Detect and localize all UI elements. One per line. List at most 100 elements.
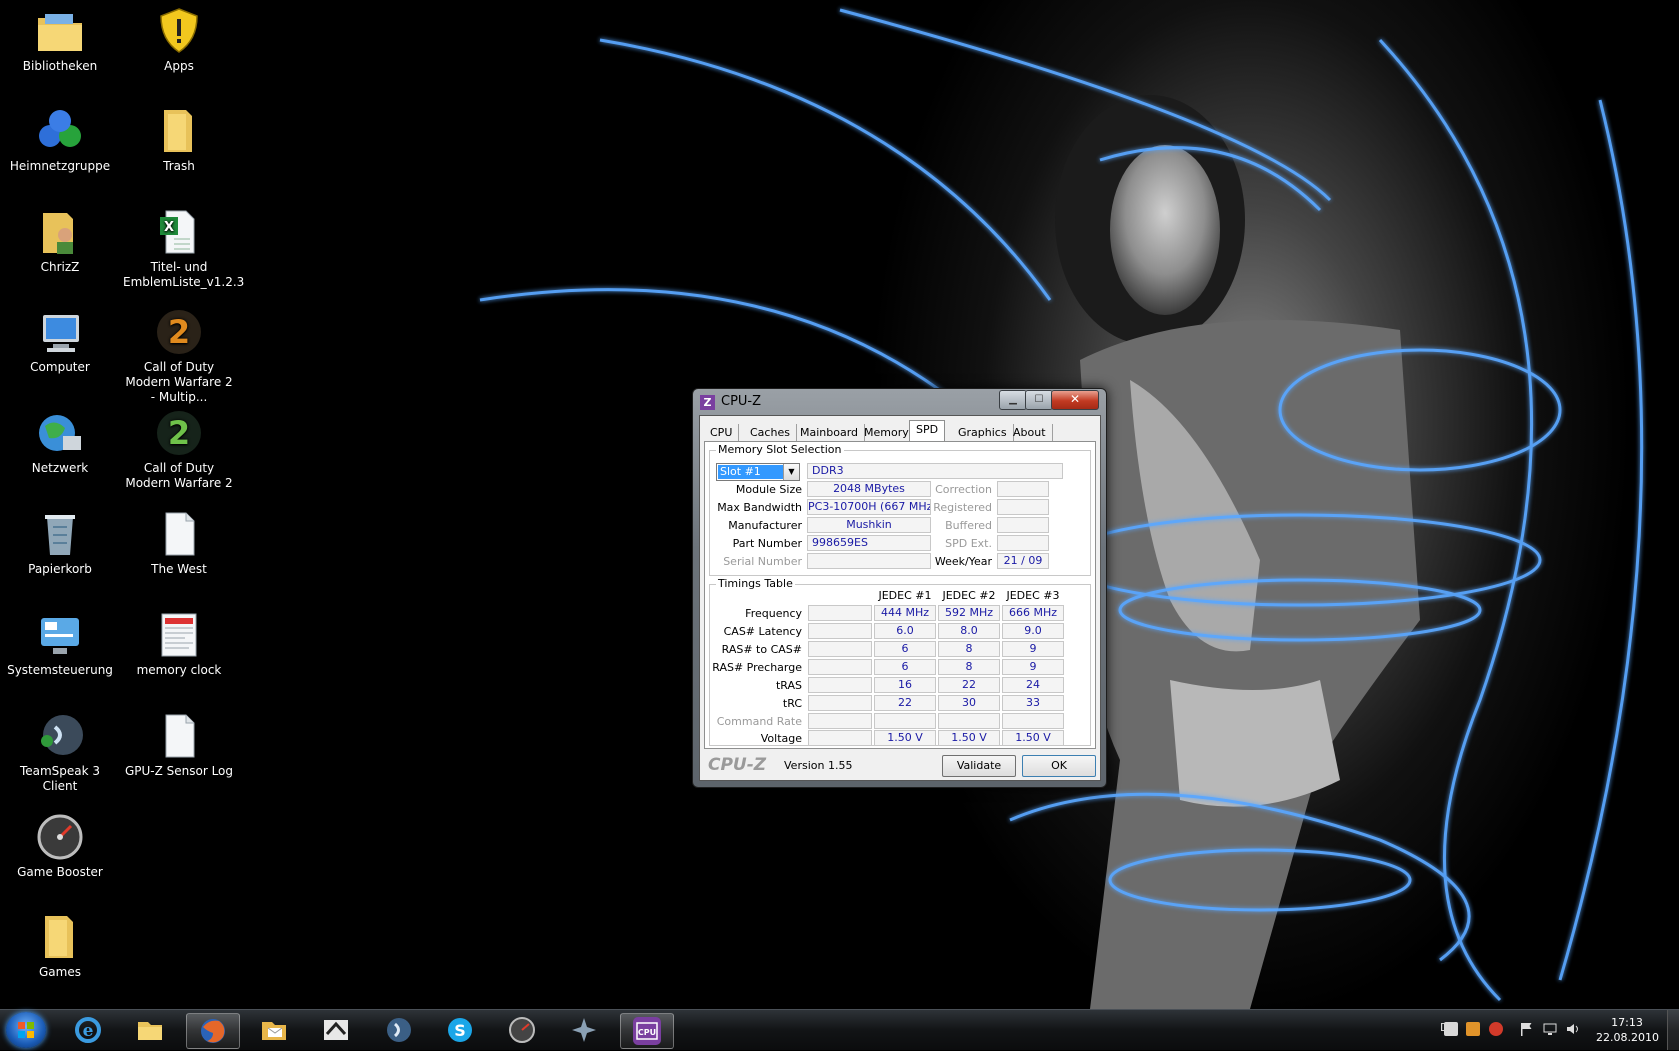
desktop-icon-label: GPU-Z Sensor Log xyxy=(124,764,234,778)
desktop-icon-bibliotheken[interactable]: Bibliotheken xyxy=(4,6,116,74)
desktop-icon-netzwerk[interactable]: Netzwerk xyxy=(4,408,116,476)
timings-table-group: Timings Table JEDEC #1 JEDEC #2 JEDEC #3… xyxy=(709,577,1091,746)
timings-cell: 24 xyxy=(1002,677,1064,693)
taskbar-clock[interactable]: 17:13 22.08.2010 xyxy=(1596,1015,1659,1045)
taskbar-game-booster[interactable] xyxy=(496,1013,548,1047)
desktop-icon-papierkorb[interactable]: Papierkorb xyxy=(4,509,116,577)
close-button[interactable]: ✕ xyxy=(1051,390,1099,410)
tab-about[interactable]: About xyxy=(1007,424,1053,441)
shield-warning-icon xyxy=(154,6,204,56)
desktop-icon-heimnetzgruppe[interactable]: Heimnetzgruppe xyxy=(4,106,116,174)
tray-mail-icon[interactable] xyxy=(1466,1022,1480,1036)
volume-icon[interactable] xyxy=(1566,1022,1580,1036)
internet-explorer-icon: e xyxy=(74,1016,102,1044)
svg-text:X: X xyxy=(164,220,174,235)
desktop-icon-label: memory clock xyxy=(136,663,222,677)
svg-text:2: 2 xyxy=(168,414,190,452)
week-year-label: Week/Year xyxy=(934,555,992,568)
excel-icon: X xyxy=(154,207,204,257)
timings-extra-cell xyxy=(808,641,872,657)
tab-mainboard[interactable]: Mainboard xyxy=(794,424,866,441)
desktop-icon-the-west[interactable]: The West xyxy=(123,509,235,577)
validate-button[interactable]: Validate xyxy=(942,755,1016,777)
version-label: Version 1.55 xyxy=(784,759,853,772)
desktop-icon-titel-emblemliste[interactable]: X Titel- und EmblemListe_v1.2.3 xyxy=(123,207,244,290)
timings-row-label: CAS# Latency xyxy=(723,625,802,638)
desktop-icon-label: Apps xyxy=(164,59,194,73)
desktop-icon-mw2[interactable]: 2 Call of Duty Modern Warfare 2 xyxy=(123,408,235,491)
slot-select[interactable]: Slot #1 ▼ xyxy=(716,463,800,481)
part-number-value: 998659ES xyxy=(807,535,931,551)
timings-cell: 8 xyxy=(938,659,1000,675)
window-footer: CPU-Z Version 1.55 Validate OK xyxy=(700,751,1100,779)
start-button[interactable] xyxy=(6,1012,46,1048)
cpuz-brand-logo: CPU-Z xyxy=(708,755,767,775)
timings-cell: 30 xyxy=(938,695,1000,711)
desktop-icon-trash[interactable]: Trash xyxy=(123,106,235,174)
desktop-icon-computer[interactable]: Computer xyxy=(4,307,116,375)
desktop-icon-apps[interactable]: Apps xyxy=(123,6,235,74)
part-number-label: Part Number xyxy=(732,537,802,550)
tab-spd[interactable]: SPD xyxy=(909,420,946,442)
folder-icon xyxy=(154,106,204,156)
slot-select-value: Slot #1 xyxy=(718,465,784,479)
timings-row-label: tRC xyxy=(782,697,802,710)
taskbar-teamspeak[interactable] xyxy=(372,1013,424,1047)
tab-cpu[interactable]: CPU xyxy=(704,424,740,441)
maximize-icon: ☐ xyxy=(1034,394,1044,405)
spd-ext-value xyxy=(997,535,1049,551)
flag-icon[interactable] xyxy=(1520,1022,1532,1036)
network-icon xyxy=(35,408,85,458)
taskbar-skype[interactable]: S xyxy=(434,1013,486,1047)
maximize-button[interactable]: ☐ xyxy=(1025,390,1053,410)
timings-extra-cell xyxy=(808,730,872,746)
teamspeak-icon xyxy=(384,1016,412,1044)
timings-cell: 1.50 V xyxy=(1002,730,1064,746)
timings-cell: 1.50 V xyxy=(938,730,1000,746)
tab-caches[interactable]: Caches xyxy=(744,424,797,441)
teamspeak-icon xyxy=(35,711,85,761)
desktop-icon-label: Games xyxy=(39,965,81,979)
show-desktop-button[interactable] xyxy=(1667,1010,1679,1050)
desktop-icon-gpu-z-sensor-log[interactable]: GPU-Z Sensor Log xyxy=(123,711,235,779)
manufacturer-label: Manufacturer xyxy=(728,519,802,532)
desktop-icon-mw2-multiplayer[interactable]: 2 Call of Duty Modern Warfare 2 - Multip… xyxy=(123,307,235,405)
document-icon xyxy=(154,711,204,761)
tab-graphics[interactable]: Graphics xyxy=(952,424,1014,441)
tray-app-icon[interactable] xyxy=(1444,1022,1458,1036)
desktop-icon-label: Trash xyxy=(163,159,195,173)
taskbar-internet-explorer[interactable]: e xyxy=(62,1013,114,1047)
taskbar-starcraft[interactable] xyxy=(558,1013,610,1047)
svg-text:2: 2 xyxy=(168,313,190,351)
taskbar-cpuz[interactable]: CPU xyxy=(620,1013,674,1049)
document-icon xyxy=(154,509,204,559)
minimize-button[interactable]: ▁ xyxy=(999,390,1027,410)
taskbar-explorer[interactable] xyxy=(124,1013,176,1047)
desktop-icon-label: TeamSpeak 3 Client xyxy=(19,764,101,793)
desktop-icon-game-booster[interactable]: Game Booster xyxy=(4,812,116,880)
desktop-icon-games[interactable]: Games xyxy=(4,912,116,980)
tray-security-icon[interactable] xyxy=(1489,1022,1503,1036)
game-launcher-icon xyxy=(322,1016,350,1044)
network-tray-icon[interactable] xyxy=(1543,1022,1557,1036)
chevron-down-icon[interactable]: ▼ xyxy=(783,464,799,480)
taskbar-mail[interactable] xyxy=(248,1013,300,1047)
title-bar[interactable]: Z CPU-Z ▁ ☐ ✕ xyxy=(693,389,1106,415)
ok-button[interactable]: OK xyxy=(1022,755,1096,777)
desktop-icon-label: ChrizZ xyxy=(40,260,80,274)
taskbar-game-launcher[interactable] xyxy=(310,1013,362,1047)
taskbar-firefox[interactable] xyxy=(186,1013,240,1049)
timings-column-header: JEDEC #1 xyxy=(878,589,932,602)
timings-cell: 16 xyxy=(874,677,936,693)
desktop-icon-label: Bibliotheken xyxy=(22,59,98,73)
desktop-icon-teamspeak[interactable]: TeamSpeak 3 Client xyxy=(4,711,116,794)
timings-cell: 666 MHz xyxy=(1002,605,1064,621)
mw2-green-icon: 2 xyxy=(154,408,204,458)
desktop-icon-memory-clock[interactable]: memory clock xyxy=(123,610,235,678)
tab-memory[interactable]: Memory xyxy=(858,424,916,441)
timings-extra-cell xyxy=(808,677,872,693)
computer-icon xyxy=(35,307,85,357)
desktop-icon-systemsteuerung[interactable]: Systemsteuerung xyxy=(4,610,116,678)
mw2-orange-icon: 2 xyxy=(154,307,204,357)
desktop-icon-chrizz[interactable]: ChrizZ xyxy=(4,207,116,275)
